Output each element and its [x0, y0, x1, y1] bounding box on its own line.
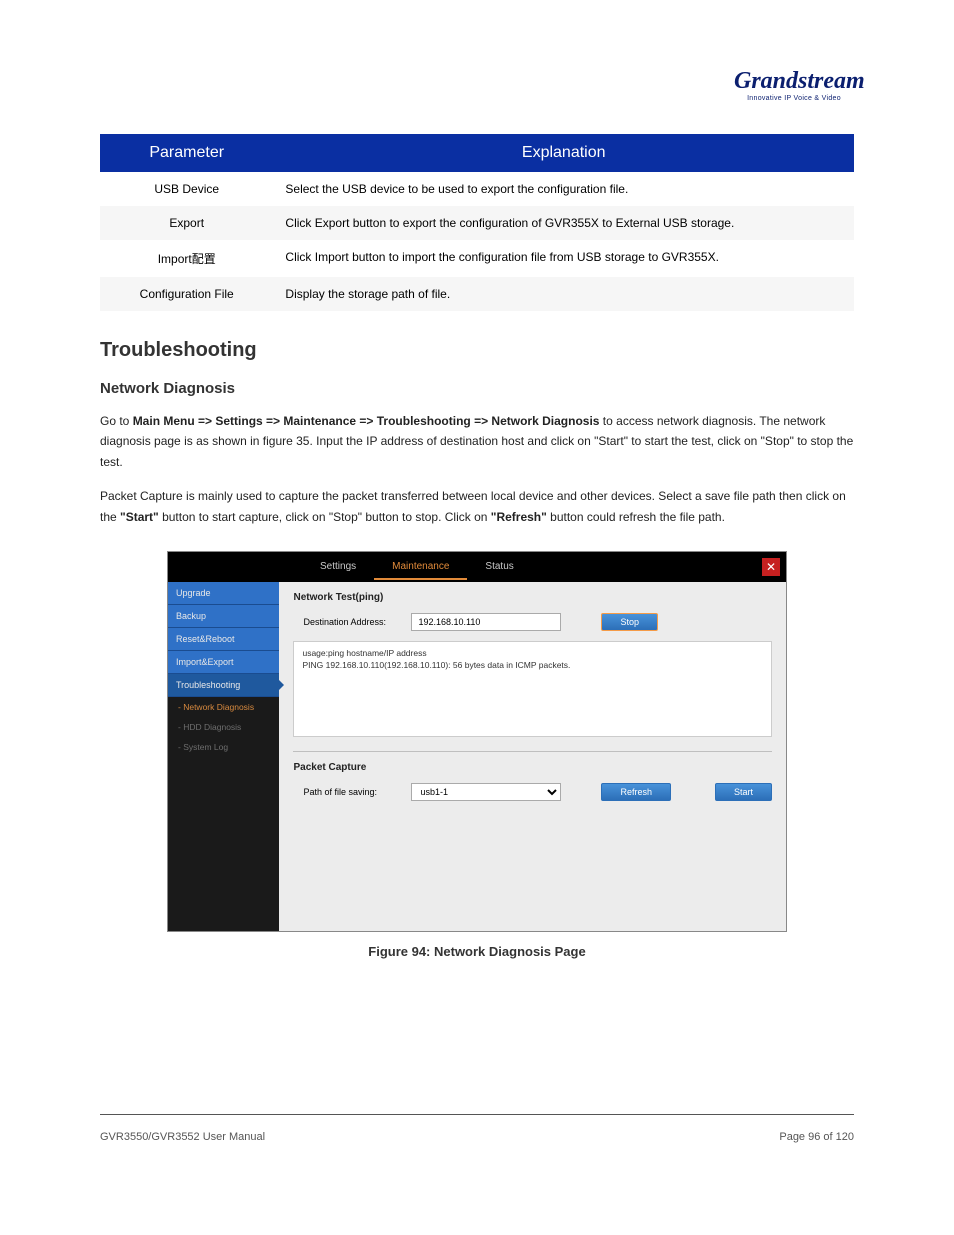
- sidebar-item-backup[interactable]: Backup: [168, 605, 279, 628]
- sidebar-sub-network-diagnosis[interactable]: - Network Diagnosis: [168, 697, 279, 717]
- panel-title-network-test: Network Test(ping): [293, 592, 772, 603]
- paragraph: Go to Main Menu => Settings => Maintenan…: [100, 411, 854, 472]
- brand-logo: Grandstream Innovative IP Voice & Video: [100, 0, 854, 122]
- text: button to start capture, click on "Stop"…: [159, 510, 491, 524]
- parameter-table: Parameter Explanation USB Device Select …: [100, 134, 854, 311]
- ui-figure: Settings Maintenance Status ✕ Upgrade Ba…: [167, 551, 787, 932]
- label-destination-address: Destination Address:: [293, 617, 401, 627]
- table-row: Display the storage path of file.: [273, 277, 854, 311]
- refresh-button[interactable]: Refresh: [601, 783, 671, 801]
- main-panel: Network Test(ping) Destination Address: …: [279, 582, 786, 931]
- text: "Refresh": [491, 510, 547, 524]
- section-heading: Troubleshooting: [100, 339, 854, 362]
- table-row: Select the USB device to be used to expo…: [273, 172, 854, 206]
- close-icon[interactable]: ✕: [762, 558, 780, 576]
- start-button[interactable]: Start: [715, 783, 772, 801]
- tab-maintenance[interactable]: Maintenance: [374, 553, 467, 580]
- footer-title: GVR3550/GVR3552 User Manual: [100, 1131, 265, 1143]
- text: button could refresh the file path.: [547, 510, 725, 524]
- sidebar-sub-hdd-diagnosis[interactable]: - HDD Diagnosis: [168, 717, 279, 737]
- table-row: Click Import button to import the config…: [273, 240, 854, 277]
- divider: [293, 751, 772, 752]
- table-row: Import配置: [100, 240, 273, 277]
- stop-button[interactable]: Stop: [601, 613, 658, 631]
- sidebar-item-troubleshooting[interactable]: Troubleshooting: [168, 674, 279, 697]
- text: Go to: [100, 414, 133, 428]
- th-parameter: Parameter: [100, 134, 273, 172]
- file-path-select[interactable]: usb1-1: [411, 783, 561, 801]
- panel-title-packet-capture: Packet Capture: [293, 762, 772, 773]
- text: "Start": [120, 510, 159, 524]
- footer-divider: [100, 1114, 854, 1115]
- page-footer: GVR3550/GVR3552 User Manual Page 96 of 1…: [100, 1131, 854, 1143]
- table-row: USB Device: [100, 172, 273, 206]
- nav-path: Main Menu => Settings => Maintenance => …: [133, 414, 600, 428]
- paragraph: Packet Capture is mainly used to capture…: [100, 486, 854, 527]
- logo-text: Grandstream: [734, 68, 854, 95]
- figure-caption: Figure 94: Network Diagnosis Page: [100, 944, 854, 959]
- sidebar-item-reset-reboot[interactable]: Reset&Reboot: [168, 628, 279, 651]
- sidebar: Upgrade Backup Reset&Reboot Import&Expor…: [168, 582, 279, 931]
- subsection-heading: Network Diagnosis: [100, 380, 854, 397]
- table-row: Click Export button to export the config…: [273, 206, 854, 240]
- sidebar-sub-system-log[interactable]: - System Log: [168, 737, 279, 757]
- tab-settings[interactable]: Settings: [302, 553, 374, 580]
- th-explanation: Explanation: [273, 134, 854, 172]
- table-row: Configuration File: [100, 277, 273, 311]
- footer-page: Page 96 of 120: [779, 1131, 854, 1143]
- table-row: Export: [100, 206, 273, 240]
- tab-status[interactable]: Status: [467, 553, 531, 580]
- window-titlebar: Settings Maintenance Status ✕: [168, 552, 786, 582]
- ping-output: usage:ping hostname/IP address PING 192.…: [293, 641, 772, 737]
- sidebar-item-upgrade[interactable]: Upgrade: [168, 582, 279, 605]
- destination-address-input[interactable]: [411, 613, 561, 631]
- logo-tagline: Innovative IP Voice & Video: [734, 95, 854, 102]
- sidebar-item-import-export[interactable]: Import&Export: [168, 651, 279, 674]
- label-file-path: Path of file saving:: [293, 787, 401, 797]
